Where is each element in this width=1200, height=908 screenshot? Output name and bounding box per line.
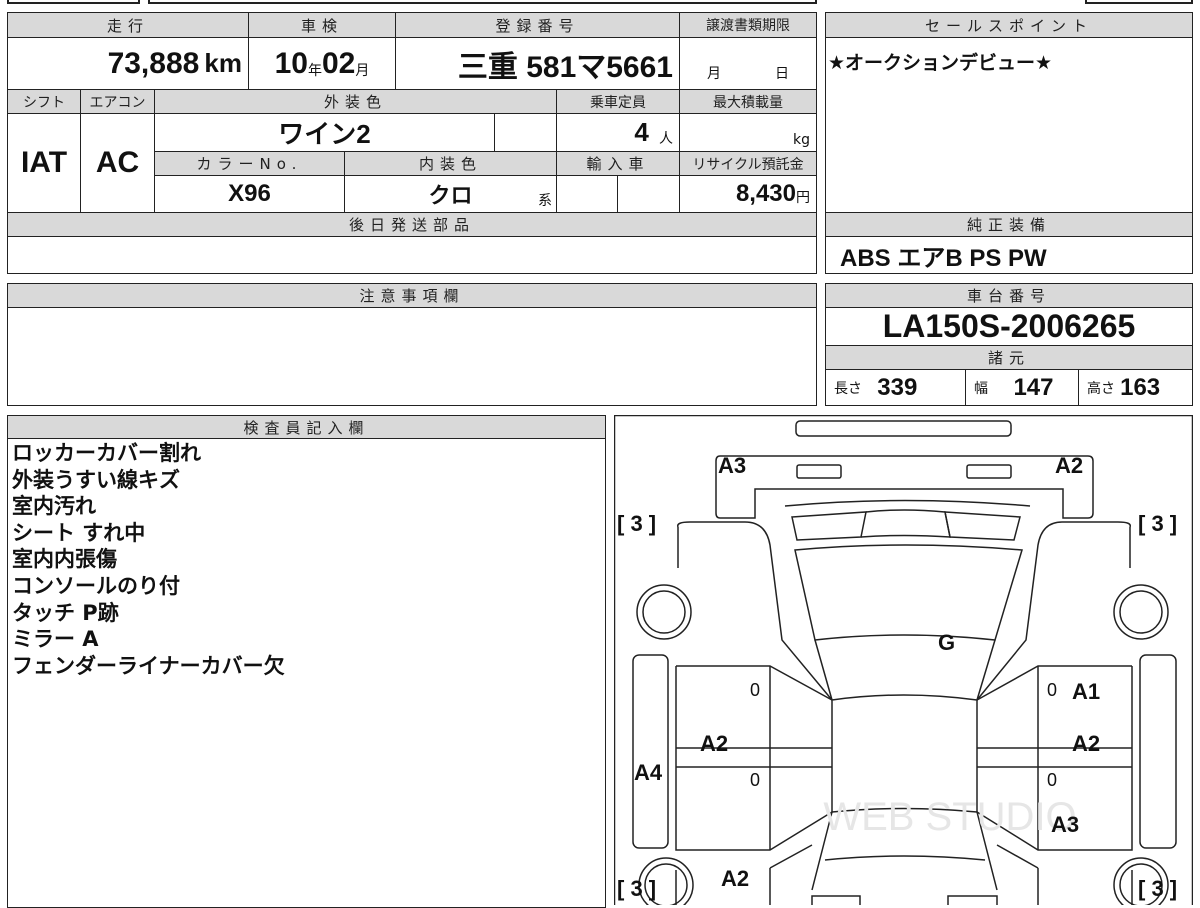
- width-value: 147: [1013, 373, 1054, 401]
- note-item: タッチ P跡: [12, 600, 119, 625]
- mileage-header: 走行: [7, 12, 249, 38]
- car-damage-diagram: WEB STUDIO A3 A2 [ 3 ] [ 3 ] [ 3 ] [ 3 ]…: [614, 415, 1193, 905]
- import-cell-1: [556, 175, 618, 213]
- recycle-fee-number: 8,430: [735, 180, 796, 207]
- specs-header: 諸元: [825, 345, 1193, 370]
- length-value: 339: [877, 373, 918, 401]
- top-strip-cell: [7, 0, 140, 4]
- max-load-unit: kg: [793, 132, 810, 148]
- caution-header: 注意事項欄: [7, 283, 817, 308]
- mark-zero: 0: [750, 770, 760, 790]
- import-header: 輸入車: [556, 151, 680, 176]
- width-label: 幅: [974, 380, 988, 397]
- mark-door-rr: A2: [1072, 731, 1100, 756]
- height-value: 163: [1120, 373, 1161, 401]
- aircon-header: エアコン: [80, 89, 155, 114]
- inspection-year: 10: [274, 46, 308, 80]
- watermark: WEB STUDIO: [823, 795, 1076, 839]
- transfer-deadline-header: 譲渡書類期限: [679, 12, 817, 38]
- capacity-unit: 人: [659, 130, 673, 147]
- mark-door-rl: A2: [700, 731, 728, 756]
- sales-point-header: セールスポイント: [825, 12, 1193, 38]
- mark-zero: 0: [1047, 680, 1057, 700]
- note-item: 外装うすい線キズ: [12, 467, 180, 492]
- note-item: シート すれ中: [12, 520, 146, 545]
- year-unit: 年: [308, 62, 322, 79]
- deadline-day: 日: [775, 66, 789, 82]
- registration-number: 三重 581マ5661: [457, 50, 673, 84]
- mark-tire-rr: [ 3 ]: [1138, 876, 1177, 901]
- recycle-fee-unit: 円: [796, 190, 810, 206]
- mark-rear-left: A2: [721, 866, 749, 891]
- inspector-header: 検査員記入欄: [7, 415, 606, 439]
- mark-rocker-left: A4: [634, 760, 663, 785]
- recycle-fee-header: リサイクル預託金: [679, 151, 817, 176]
- transfer-deadline-value: 月日: [679, 37, 817, 90]
- capacity-header: 乗車定員: [556, 89, 680, 114]
- registration-value: 三重 581マ5661: [395, 37, 680, 90]
- interior-color-value: クロ 系: [344, 175, 557, 213]
- inspection-value: 10 年 02 月: [248, 37, 396, 90]
- note-item: 室内汚れ: [12, 494, 96, 519]
- mark-tire-rl: [ 3 ]: [617, 876, 656, 901]
- note-item: 室内内張傷: [12, 547, 117, 572]
- exterior-color-extra: [494, 113, 557, 152]
- max-load-value: kg: [679, 113, 817, 152]
- mark-tire-fl: [ 3 ]: [617, 511, 656, 536]
- mark-tire-fr: [ 3 ]: [1138, 511, 1177, 536]
- inspector-notes: ロッカーカバー割れ 外装うすい線キズ 室内汚れ シート すれ中 室内内張傷 コン…: [12, 440, 285, 679]
- month-unit: 月: [355, 62, 370, 79]
- length-label: 長さ: [834, 380, 862, 397]
- later-parts-header: 後日発送部品: [7, 212, 817, 237]
- mileage-unit: km: [204, 48, 242, 78]
- interior-color-header: 内装色: [344, 151, 557, 176]
- color-no-header: カラーNo.: [154, 151, 345, 176]
- capacity-value: 4 人: [556, 113, 680, 152]
- equipment-text: ABS エアB PS PW: [840, 244, 1047, 272]
- equipment-value: ABS エアB PS PW: [825, 236, 1193, 274]
- note-item: フェンダーライナーカバー欠: [12, 653, 285, 678]
- note-item: ミラー A: [12, 627, 99, 652]
- mark-front-right: A2: [1055, 453, 1083, 478]
- shift-value: IAT: [7, 113, 81, 213]
- equipment-header: 純正装備: [825, 212, 1193, 237]
- mark-front-left: A3: [718, 453, 746, 478]
- interior-color-suffix: 系: [538, 193, 552, 209]
- height-label: 高さ: [1087, 380, 1115, 397]
- max-load-header: 最大積載量: [679, 89, 817, 114]
- exterior-color-header: 外装色: [154, 89, 557, 114]
- registration-header: 登録番号: [395, 12, 680, 38]
- capacity-number: 4: [634, 117, 649, 147]
- later-parts-value: [7, 236, 817, 274]
- mark-zero: 0: [750, 680, 760, 700]
- chassis-header: 車台番号: [825, 283, 1193, 308]
- mileage-value: 73,888 km: [7, 37, 249, 90]
- interior-color-text: クロ: [428, 183, 473, 208]
- import-cell-2: [617, 175, 680, 213]
- shift-header: シフト: [7, 89, 81, 114]
- mileage-number: 73,888: [107, 46, 200, 80]
- mark-windshield: G: [938, 630, 955, 655]
- width-cell: 幅 147: [965, 369, 1079, 406]
- aircon-value: AC: [80, 113, 155, 213]
- color-no-value: X96: [154, 175, 345, 213]
- mark-zero: 0: [1047, 770, 1057, 790]
- mark-rear-fender-right: A3: [1051, 812, 1079, 837]
- height-cell: 高さ 163: [1078, 369, 1193, 406]
- recycle-fee-value: 8,430 円: [679, 175, 817, 213]
- inspection-header: 車検: [248, 12, 396, 38]
- sales-point-text: ★オークションデビュー★: [825, 37, 1193, 213]
- length-cell: 長さ 339: [825, 369, 966, 406]
- exterior-color-value: ワイン2: [154, 113, 495, 152]
- top-strip-cell: [148, 0, 817, 4]
- inspection-month: 02: [322, 46, 356, 80]
- mark-door-fr: A1: [1072, 679, 1100, 704]
- caution-content: [7, 307, 817, 406]
- chassis-number: LA150S-2006265: [825, 307, 1193, 346]
- top-strip-cell: [1085, 0, 1193, 4]
- note-item: ロッカーカバー割れ: [12, 441, 201, 465]
- deadline-month: 月: [707, 66, 721, 82]
- note-item: コンソールのり付: [12, 573, 180, 598]
